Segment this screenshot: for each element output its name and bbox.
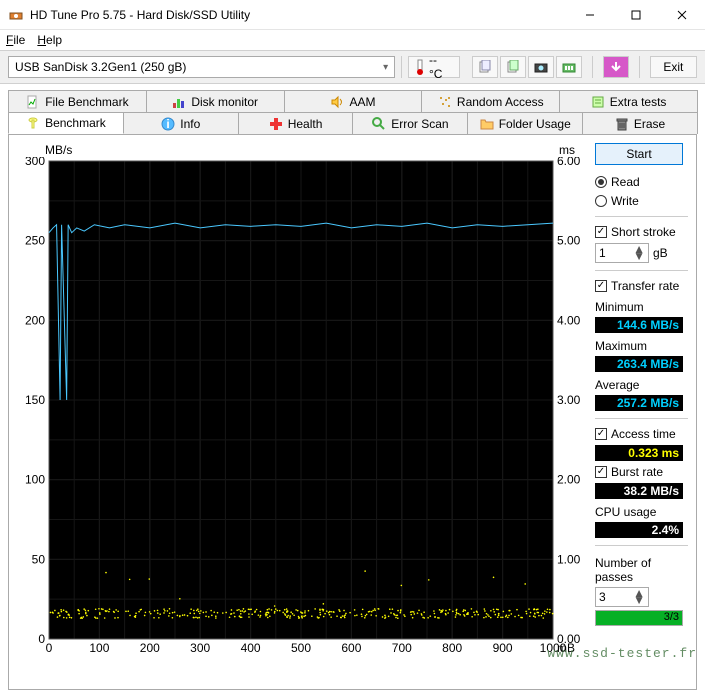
svg-text:300: 300: [190, 641, 210, 655]
chevron-down-icon: ▾: [383, 62, 388, 73]
average-label: Average: [595, 378, 688, 392]
chart-ylabel-left: MB/s: [45, 143, 72, 157]
maximize-button[interactable]: [613, 0, 659, 30]
tab-disk-monitor[interactable]: Disk monitor: [146, 90, 285, 112]
tab-info[interactable]: iInfo: [123, 112, 239, 134]
tab-file-benchmark[interactable]: File Benchmark: [8, 90, 147, 112]
svg-text:300: 300: [25, 157, 45, 168]
chart-area: MB/s ms 0501001502002503000.001.002.003.…: [17, 143, 587, 681]
svg-text:600: 600: [341, 641, 361, 655]
passes-label: Number of passes: [595, 556, 688, 584]
minimum-value: 144.6 MB/s: [595, 317, 683, 333]
svg-text:6.00: 6.00: [557, 157, 581, 168]
svg-text:1.00: 1.00: [557, 552, 581, 566]
svg-text:700: 700: [392, 641, 412, 655]
minimum-label: Minimum: [595, 300, 688, 314]
minimize-button[interactable]: [567, 0, 613, 30]
cpu-usage-value: 2.4%: [595, 522, 683, 538]
temperature-display: -- °C: [408, 56, 460, 78]
burst-rate-value: 38.2 MB/s: [595, 483, 683, 499]
save-button[interactable]: [603, 56, 629, 78]
svg-text:400: 400: [241, 641, 261, 655]
access-time-checkbox[interactable]: [595, 428, 607, 440]
svg-text:0: 0: [38, 632, 45, 646]
tab-content: MB/s ms 0501001502002503000.001.002.003.…: [8, 134, 697, 690]
cpu-usage-label: CPU usage: [595, 505, 688, 519]
settings-button[interactable]: [556, 56, 582, 78]
passes-input[interactable]: 3▲▼: [595, 587, 649, 607]
transfer-rate-checkbox[interactable]: [595, 280, 607, 292]
passes-progress: 3/3: [595, 610, 683, 626]
svg-text:800: 800: [442, 641, 462, 655]
svg-text:200: 200: [140, 641, 160, 655]
copy-info-button[interactable]: [472, 56, 498, 78]
device-select[interactable]: USB SanDisk 3.2Gen1 (250 gB) ▾: [8, 56, 395, 78]
short-stroke-input[interactable]: 1▲▼: [595, 243, 649, 263]
svg-text:5.00: 5.00: [557, 234, 581, 248]
toolbar: USB SanDisk 3.2Gen1 (250 gB) ▾ -- °C Exi…: [0, 50, 705, 84]
tabs-upper: File Benchmark Disk monitor AAM Random A…: [8, 90, 697, 112]
svg-text:3.00: 3.00: [557, 393, 581, 407]
short-stroke-checkbox[interactable]: [595, 226, 607, 238]
copy-result-button[interactable]: [500, 56, 526, 78]
exit-button[interactable]: Exit: [650, 56, 697, 78]
svg-text:i: i: [167, 117, 170, 131]
tab-health[interactable]: Health: [238, 112, 354, 134]
tab-error-scan[interactable]: Error Scan: [352, 112, 468, 134]
tab-benchmark[interactable]: Benchmark: [8, 112, 124, 134]
read-radio[interactable]: [595, 176, 607, 188]
svg-text:200: 200: [25, 313, 45, 327]
menu-file[interactable]: File: [6, 33, 25, 47]
tab-aam[interactable]: AAM: [284, 90, 423, 112]
average-value: 257.2 MB/s: [595, 395, 683, 411]
device-select-value: USB SanDisk 3.2Gen1 (250 gB): [15, 60, 186, 74]
svg-text:500: 500: [291, 641, 311, 655]
svg-text:250: 250: [25, 234, 45, 248]
burst-rate-checkbox[interactable]: [595, 466, 607, 478]
watermark: www.ssd-tester.fr: [547, 646, 697, 661]
benchmark-chart: 0501001502002503000.001.002.003.004.005.…: [17, 157, 587, 657]
app-icon: [8, 7, 24, 23]
tab-erase[interactable]: Erase: [582, 112, 698, 134]
start-button[interactable]: Start: [595, 143, 683, 165]
thermometer-icon: [415, 59, 425, 75]
titlebar: HD Tune Pro 5.75 - Hard Disk/SSD Utility: [0, 0, 705, 30]
svg-text:0: 0: [46, 641, 53, 655]
svg-text:50: 50: [32, 552, 46, 566]
tab-folder-usage[interactable]: Folder Usage: [467, 112, 583, 134]
right-panel: Start Read Write Short stroke 1▲▼gB Tran…: [587, 143, 688, 681]
tabs-lower: Benchmark iInfo Health Error Scan Folder…: [8, 112, 697, 134]
chart-ylabel-right: ms: [559, 143, 575, 157]
access-time-value: 0.323 ms: [595, 445, 683, 461]
svg-text:100: 100: [89, 641, 109, 655]
menu-help[interactable]: Help: [37, 33, 62, 47]
screenshot-button[interactable]: [528, 56, 554, 78]
tab-random-access[interactable]: Random Access: [421, 90, 560, 112]
window-title: HD Tune Pro 5.75 - Hard Disk/SSD Utility: [30, 8, 567, 22]
svg-text:900: 900: [493, 641, 513, 655]
maximum-label: Maximum: [595, 339, 688, 353]
write-radio[interactable]: [595, 195, 607, 207]
maximum-value: 263.4 MB/s: [595, 356, 683, 372]
tab-extra-tests[interactable]: Extra tests: [559, 90, 698, 112]
menubar: File Help: [0, 30, 705, 50]
close-button[interactable]: [659, 0, 705, 30]
svg-text:150: 150: [25, 393, 45, 407]
svg-text:100: 100: [25, 473, 45, 487]
svg-text:4.00: 4.00: [557, 313, 581, 327]
svg-text:2.00: 2.00: [557, 473, 581, 487]
